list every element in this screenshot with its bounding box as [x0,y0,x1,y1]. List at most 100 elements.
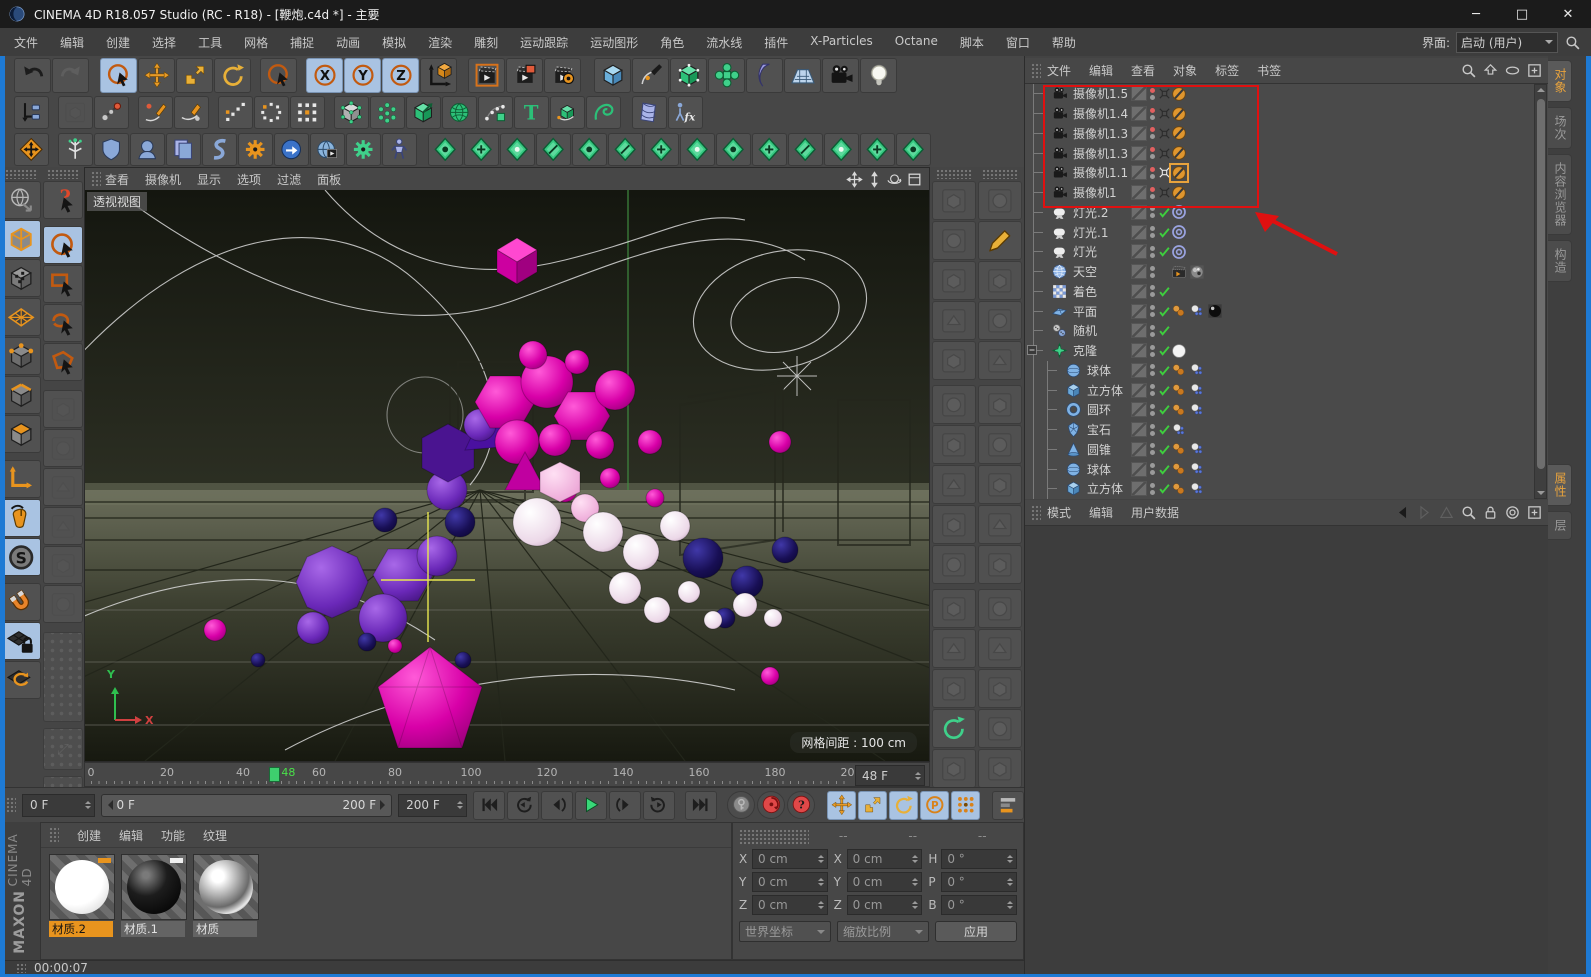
object-row[interactable]: 摄像机1.4 [1025,104,1549,124]
timeline-ruler[interactable]: 020406080100120140160180200 48 48 F [84,762,930,787]
visibility-dots[interactable] [1148,86,1156,102]
autokey-button[interactable]: ? [787,791,815,819]
play-button[interactable] [575,791,607,820]
lock-x-button[interactable]: X [306,58,343,93]
record-keyframe-button[interactable] [757,791,785,819]
drag-handle[interactable] [739,829,809,845]
state-icon[interactable] [1157,442,1172,457]
frame-field[interactable]: 48 F [855,765,925,786]
visibility-dots[interactable] [1148,362,1156,378]
maximize-button[interactable]: □ [1499,0,1545,28]
palette-icon[interactable] [932,221,976,260]
environment-button[interactable] [746,58,783,93]
key-scale-toggle[interactable] [858,791,887,820]
visibility-dots[interactable] [1148,402,1156,418]
am-menu-item-0[interactable]: 模式 [1047,504,1071,521]
poly-cluster-button[interactable] [370,96,405,129]
move-tool[interactable] [138,58,175,93]
cloth-button[interactable] [632,96,667,129]
palette-icon[interactable] [932,301,976,340]
visibility-dots[interactable] [1148,106,1156,122]
prev-key-button[interactable] [507,791,539,820]
object-name[interactable]: 平面 [1073,303,1097,320]
palette-icon[interactable] [978,709,1022,748]
object-row[interactable]: 天空 [1025,262,1549,282]
menu-item-13[interactable]: 角色 [660,34,684,51]
goto-start-button[interactable] [473,791,505,820]
search-icon[interactable] [1564,34,1581,51]
protection-tag-icon[interactable] [1171,185,1187,201]
scene-light-button[interactable] [860,58,897,93]
current-frame-marker[interactable] [269,767,280,782]
object-row[interactable]: 灯光.2 [1025,203,1549,223]
coord-field[interactable]: 0 ° [941,849,1017,869]
uvw-tag-icon[interactable] [1189,481,1205,497]
edges-mode-button[interactable] [1,376,41,414]
mograph-icon[interactable] [536,133,571,166]
object-row[interactable]: 立方体 [1025,380,1549,400]
render-region-button[interactable] [506,58,543,93]
state-icon[interactable] [1157,165,1172,180]
disabled-square-button[interactable] [43,468,83,506]
mograph-icon[interactable] [824,133,859,166]
palette-icon[interactable] [978,261,1022,300]
menu-item-0[interactable]: 文件 [14,34,38,51]
object-row[interactable]: 克隆 [1025,341,1549,361]
viewport-canvas[interactable]: 透视视图 网格间距 : 100 cm Y X [85,190,929,761]
state-icon[interactable] [1157,481,1172,496]
panel-tab-层[interactable]: 层 [1548,511,1572,540]
pages-tool-button[interactable] [166,133,201,166]
viewport-menu-item-4[interactable]: 过滤 [277,171,301,188]
gear-tool-button[interactable] [238,133,273,166]
mograph-icon[interactable] [860,133,895,166]
last-used-tool[interactable] [260,58,297,93]
palette-icon[interactable] [978,589,1022,628]
spline-chain-button[interactable] [478,96,513,129]
object-row[interactable]: 球体 [1025,459,1549,479]
object-name[interactable]: 球体 [1087,461,1111,478]
object-row[interactable]: 随机 [1025,321,1549,341]
protection-tag-icon[interactable] [1171,165,1187,181]
gear-green-button[interactable] [346,133,381,166]
palette-icon[interactable] [932,181,976,220]
uvw-tag-icon[interactable] [1171,422,1187,438]
disabled-cube-button[interactable] [43,546,83,584]
phong-tag-icon[interactable] [1171,303,1187,319]
object-row[interactable]: 摄像机1.5 [1025,84,1549,104]
disabled-tool-button[interactable] [58,96,93,129]
layer-toggle[interactable] [1131,363,1147,378]
target-icon[interactable] [1504,504,1521,521]
convert-mode-button[interactable] [1,181,41,219]
palette-icon[interactable] [978,341,1022,380]
palette-icon[interactable] [932,341,976,380]
menu-item-20[interactable]: 帮助 [1052,34,1076,51]
drag-handle[interactable] [1031,63,1041,79]
panel-tab-内容浏览器[interactable]: 内容浏览器 [1548,154,1572,235]
mograph-icon[interactable] [788,133,823,166]
menu-item-19[interactable]: 窗口 [1006,34,1030,51]
layer-toggle[interactable] [1131,126,1147,141]
state-icon[interactable] [1157,304,1172,319]
circle-dots-button[interactable] [254,96,289,129]
menu-item-15[interactable]: 插件 [764,34,788,51]
uvw-tag-icon[interactable] [1189,382,1205,398]
material-menu-item-2[interactable]: 功能 [161,827,185,844]
layer-toggle[interactable] [1131,146,1147,161]
menu-item-10[interactable]: 雕刻 [474,34,498,51]
palette-icon[interactable] [932,425,976,464]
search-icon[interactable] [1460,504,1477,521]
grid-dots-button[interactable] [290,96,325,129]
viewport-menu-item-2[interactable]: 显示 [197,171,221,188]
object-row[interactable]: 着色 [1025,282,1549,302]
visibility-dots[interactable] [1148,244,1156,260]
range-end-field[interactable]: 200 F [398,794,467,817]
s-tube-tool-button[interactable] [202,133,237,166]
material-item[interactable]: 材质.2 [49,854,115,937]
drag-handle[interactable] [5,169,37,179]
state-icon[interactable] [1157,205,1172,220]
palette-icon[interactable] [978,425,1022,464]
add-panel-icon[interactable] [1526,504,1543,521]
state-icon[interactable] [1157,323,1172,338]
rotate-tool[interactable] [214,58,251,93]
timeline-layout-button[interactable] [992,791,1024,820]
